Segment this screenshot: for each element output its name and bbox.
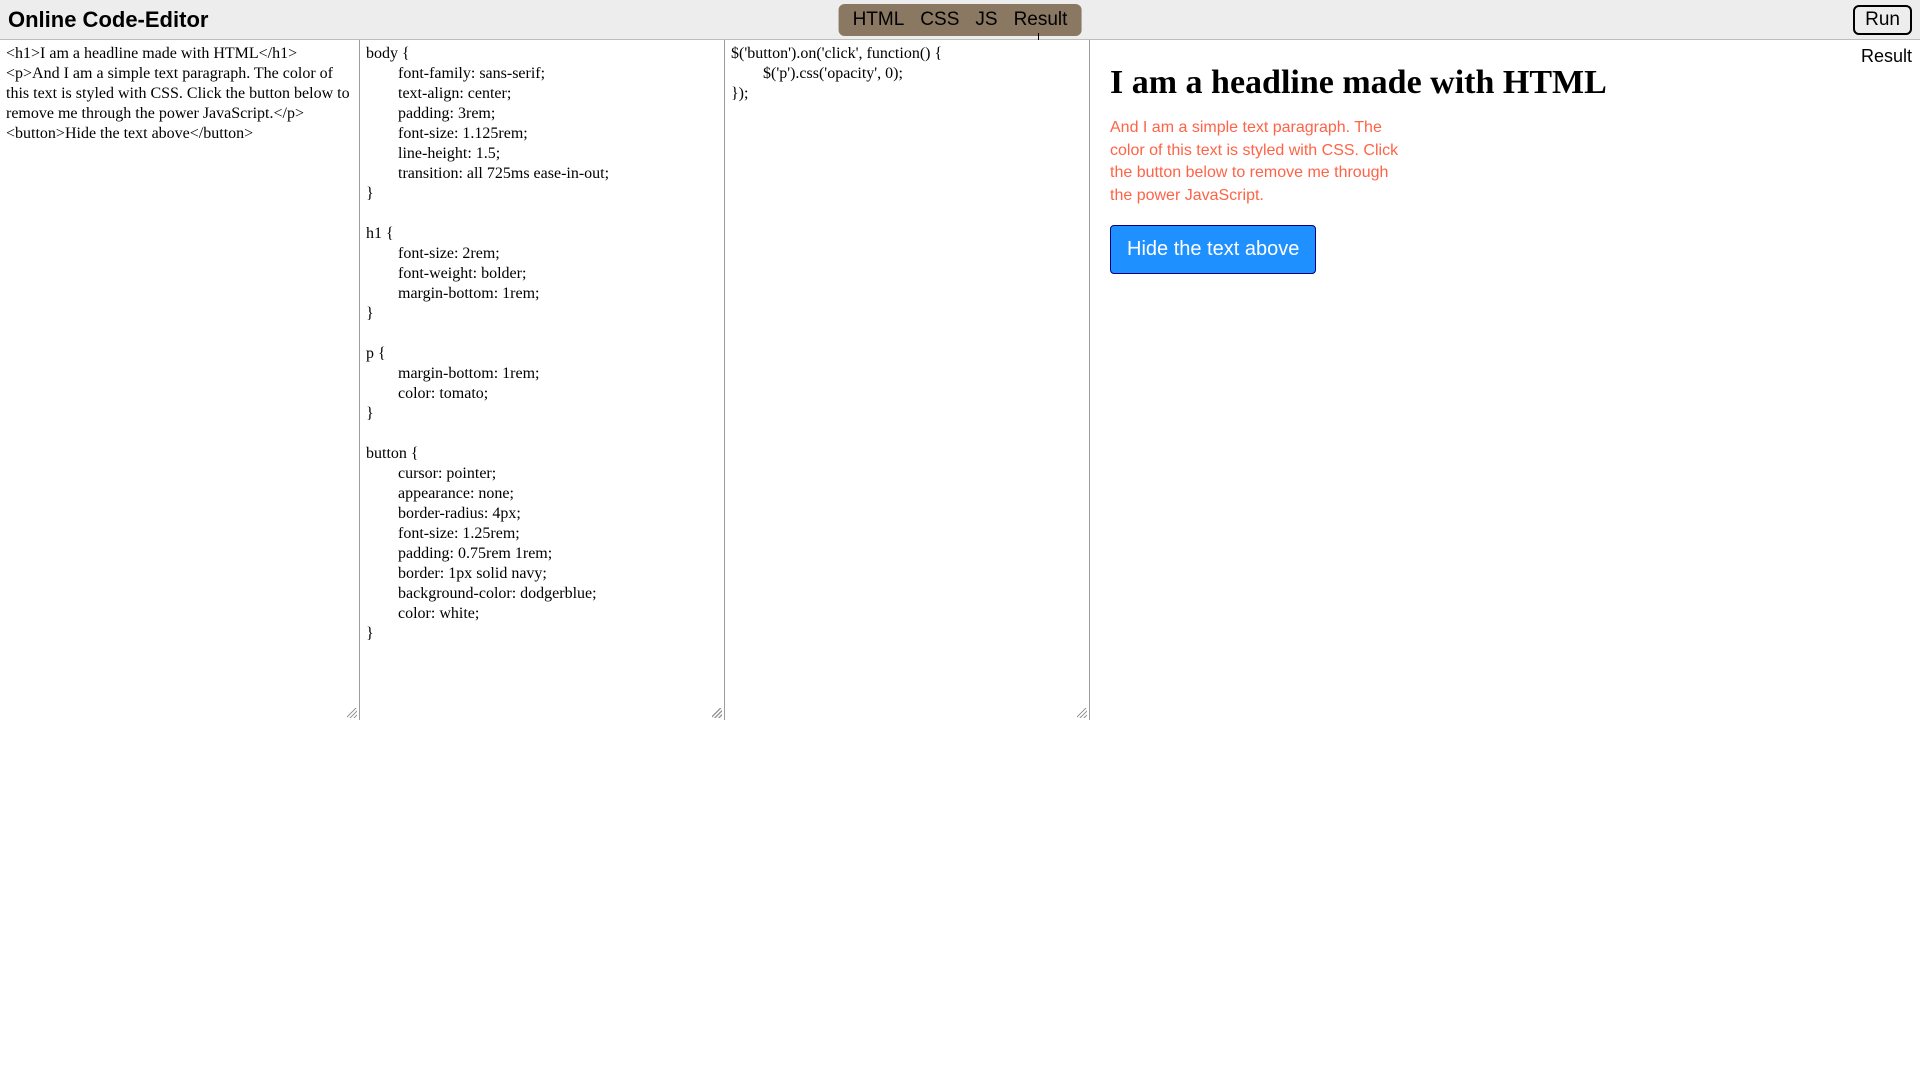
topbar: Online Code-Editor HTML CSS JS Result Ru… [0, 0, 1920, 40]
tab-css[interactable]: CSS [912, 7, 967, 33]
workarea: HTML CSS JS Result I am a headline made … [0, 40, 1920, 1080]
css-editor[interactable] [360, 40, 724, 720]
js-editor[interactable] [725, 40, 1089, 720]
result-headline: I am a headline made with HTML [1110, 64, 1900, 101]
run-button[interactable]: Run [1853, 5, 1912, 35]
result-hide-button[interactable]: Hide the text above [1110, 225, 1316, 274]
tab-html[interactable]: HTML [845, 7, 913, 33]
panel-css: CSS [360, 40, 725, 720]
result-body: I am a headline made with HTML And I am … [1090, 40, 1920, 298]
app-title: Online Code-Editor [8, 7, 208, 33]
panel-html: HTML [0, 40, 360, 720]
panel-tabs: HTML CSS JS Result [839, 4, 1082, 36]
panel-js: JS [725, 40, 1090, 720]
html-editor[interactable] [0, 40, 359, 720]
tab-js[interactable]: JS [967, 7, 1005, 33]
panel-result: Result I am a headline made with HTML An… [1090, 40, 1920, 1080]
tab-result[interactable]: Result [1006, 7, 1076, 33]
result-paragraph: And I am a simple text paragraph. The co… [1110, 117, 1410, 207]
